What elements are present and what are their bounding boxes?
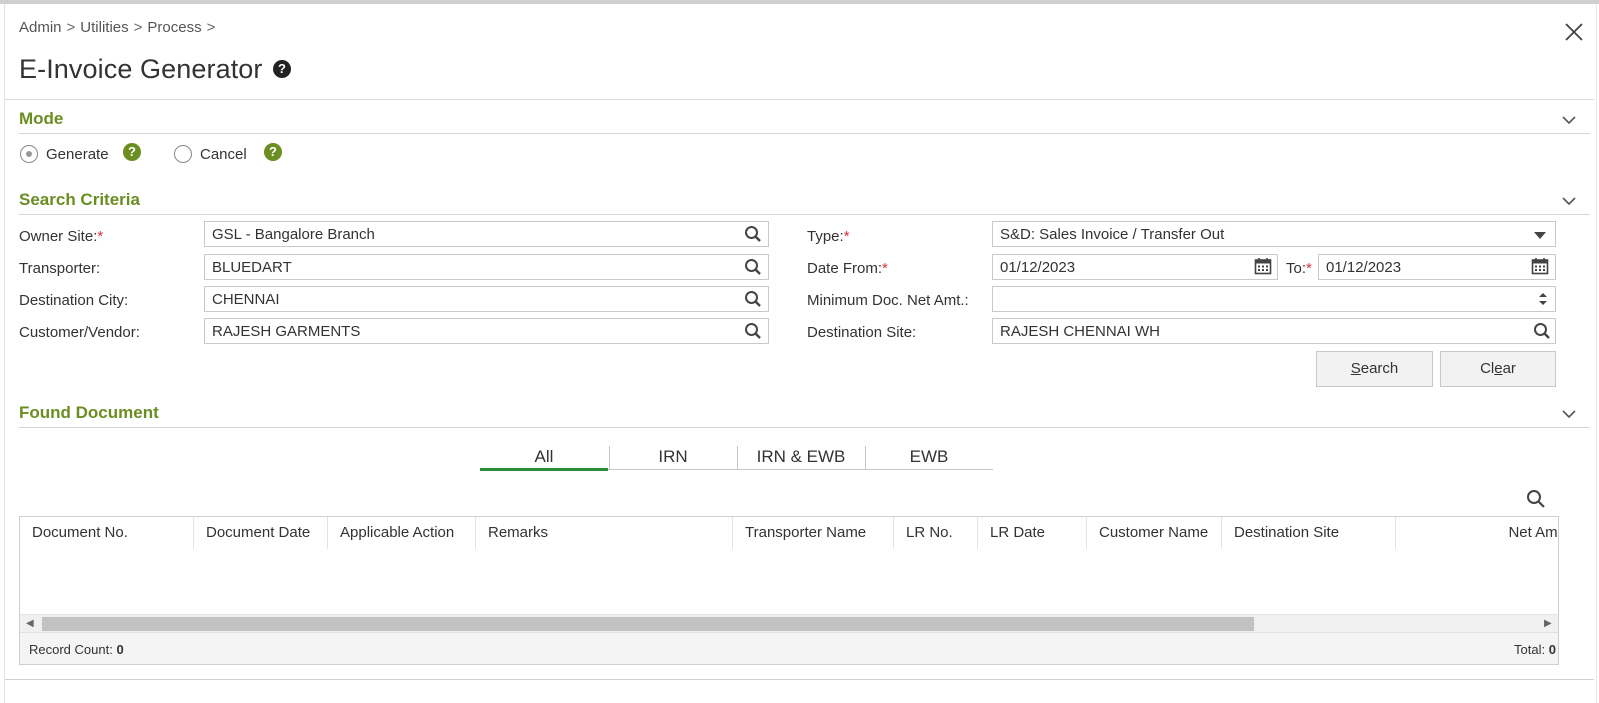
column-header-destination-site[interactable]: Destination Site [1222,517,1396,549]
type-select[interactable]: S&D: Sales Invoice / Transfer Out [992,221,1556,247]
breadcrumb-item-admin[interactable]: Admin [19,19,62,36]
search-icon[interactable] [1533,322,1551,340]
radio-cancel[interactable] [174,145,192,163]
column-header-transporter-name[interactable]: Transporter Name [733,517,894,549]
radio-cancel-label[interactable]: Cancel [200,146,247,163]
min-doc-amt-label: Minimum Doc. Net Amt.: [807,292,969,309]
column-header-net-amount[interactable]: Net Amo [1396,517,1558,549]
column-header-remarks[interactable]: Remarks [476,517,733,549]
clear-button[interactable]: Clear [1440,351,1556,387]
column-header-document-no[interactable]: Document No. [20,517,194,549]
date-from-field[interactable]: 01/12/2023 [992,254,1278,280]
scrollbar-thumb[interactable] [42,617,1254,631]
grid-footer: Record Count: 0 Total: 0 [20,632,1558,664]
owner-site-field[interactable]: GSL - Bangalore Branch [204,221,769,247]
search-criteria-title: Search Criteria [19,190,140,209]
destination-site-label: Destination Site: [807,324,917,341]
scroll-right-icon[interactable]: ▶ [1544,618,1552,629]
transporter-field[interactable]: BLUEDART [204,254,769,280]
tab-irn-ewb[interactable]: IRN & EWB [737,447,865,471]
search-criteria-divider [19,214,1590,215]
customer-vendor-label: Customer/Vendor: [19,324,140,341]
generate-help-icon[interactable]: ? [123,143,141,161]
record-count: Record Count: 0 [29,642,124,657]
found-document-divider [19,427,1590,428]
scroll-left-icon[interactable]: ◀ [26,618,34,629]
title-divider [5,99,1594,100]
breadcrumb-item-utilities[interactable]: Utilities [80,19,128,36]
tab-all[interactable]: All [480,447,608,471]
column-header-lr-date[interactable]: LR Date [978,517,1087,549]
destination-site-field[interactable]: RAJESH CHENNAI WH [992,318,1556,344]
dropdown-arrow-icon[interactable] [1531,226,1549,244]
date-from-label: Date From:* [807,260,888,277]
tab-irn[interactable]: IRN [609,447,737,471]
destination-city-label: Destination City: [19,292,129,309]
breadcrumb-separator: > [133,19,143,36]
breadcrumb-item-process[interactable]: Process [147,19,201,36]
column-header-lr-no[interactable]: LR No. [894,517,978,549]
chevron-down-icon[interactable] [1561,114,1577,126]
breadcrumb-separator: > [66,19,76,36]
type-label: Type:* [807,228,850,245]
search-button[interactable]: Search [1316,351,1433,387]
window-left-border [4,4,5,703]
page-title: E-Invoice Generator [19,54,263,84]
found-document-title: Found Document [19,403,159,422]
calendar-icon[interactable] [1531,257,1549,275]
tab-ewb[interactable]: EWB [865,447,993,471]
grid-total: Total: 0 [1514,642,1556,657]
help-icon[interactable]: ? [273,60,291,78]
search-icon[interactable] [744,258,762,276]
documents-grid: Document No. Document Date Applicable Ac… [19,516,1559,665]
close-icon [1565,23,1583,41]
chevron-down-icon[interactable] [1561,408,1577,420]
radio-generate[interactable] [20,145,38,163]
spinner-icon[interactable] [1534,290,1552,308]
breadcrumb: Admin > Utilities > Process > [19,19,220,36]
date-to-label: To:* [1286,260,1312,277]
bottom-divider [5,679,1594,680]
mode-divider [19,133,1590,134]
cancel-help-icon[interactable]: ? [264,143,282,161]
breadcrumb-separator: > [206,19,216,36]
grid-search-icon[interactable] [1526,489,1546,509]
search-icon[interactable] [744,225,762,243]
column-header-document-date[interactable]: Document Date [194,517,328,549]
radio-generate-label[interactable]: Generate [46,146,109,163]
search-icon[interactable] [744,322,762,340]
search-icon[interactable] [744,290,762,308]
owner-site-label: Owner Site:* [19,228,104,245]
horizontal-scrollbar[interactable]: ◀ ▶ [20,614,1558,632]
mode-section-title: Mode [19,109,64,128]
window-right-border [1596,4,1597,703]
window-top-border [0,0,1599,4]
destination-city-field[interactable]: CHENNAI [204,286,769,312]
chevron-down-icon[interactable] [1561,195,1577,207]
min-doc-amt-field[interactable] [992,286,1556,312]
transporter-label: Transporter: [19,260,101,277]
close-button[interactable] [1563,19,1585,43]
column-header-customer-name[interactable]: Customer Name [1087,517,1222,549]
date-to-field[interactable]: 01/12/2023 [1318,254,1556,280]
customer-vendor-field[interactable]: RAJESH GARMENTS [204,318,769,344]
calendar-icon[interactable] [1254,257,1272,275]
column-header-applicable-action[interactable]: Applicable Action [328,517,476,549]
